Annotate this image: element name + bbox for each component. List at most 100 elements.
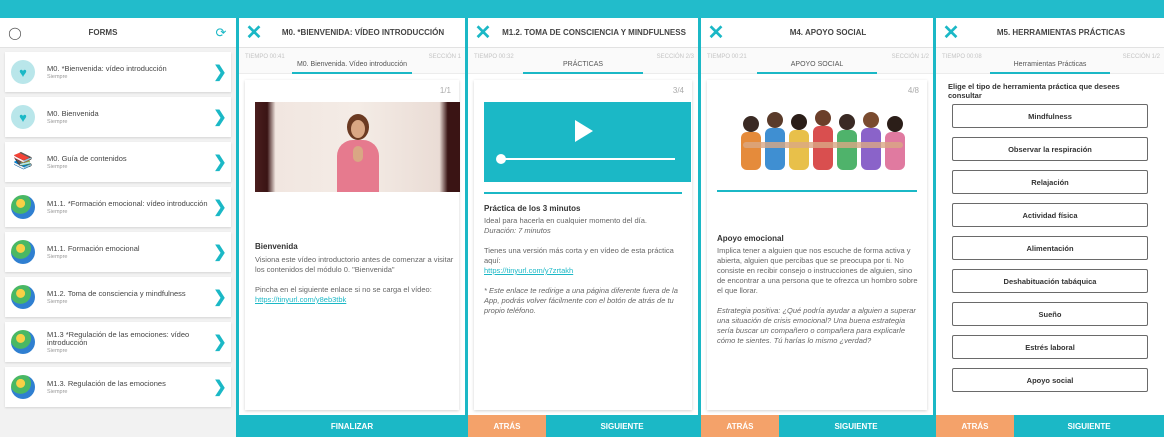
globe-icon: [11, 240, 35, 264]
page-title: M4. APOYO SOCIAL: [789, 27, 867, 37]
body-text: Visiona este vídeo introductorio antes d…: [255, 255, 454, 274]
body-text: Tienes una versión más corta y en vídeo …: [484, 246, 674, 265]
question-text: Elige el tipo de herramienta práctica qu…: [948, 82, 1120, 100]
page-title: M5. HERRAMIENTAS PRÁCTICAS: [996, 27, 1126, 37]
section-indicator: SECCIÓN 2/3: [656, 54, 694, 60]
item-subtitle: Siempre: [47, 73, 68, 80]
background-banner: [0, 0, 1164, 18]
back-button[interactable]: ATRÁS: [701, 415, 779, 437]
page-title: FORMS: [88, 27, 118, 37]
item-title: M1.3. Regulación de las emociones: [47, 378, 166, 388]
option-smoking-cessation[interactable]: Deshabituación tabáquica: [952, 269, 1148, 293]
item-subtitle: Siempre: [47, 253, 68, 260]
next-button[interactable]: SIGUIENTE: [1014, 415, 1164, 437]
footer: ATRÁS SIGUIENTE: [936, 415, 1164, 437]
item-title: M1.1. Formación emocional: [47, 243, 140, 253]
section-bar: TIEMPO 00:08 SECCIÓN 1/2 Herramientas Pr…: [936, 48, 1164, 74]
next-button[interactable]: SIGUIENTE: [546, 415, 698, 437]
chevron-right-icon[interactable]: ❯: [209, 377, 231, 397]
video-player[interactable]: [255, 102, 460, 192]
option-social-support[interactable]: Apoyo social: [952, 368, 1148, 392]
list-item[interactable]: M1.1. *Formación emocional: vídeo introd…: [5, 187, 231, 227]
item-title: M0. *Bienvenida: vídeo introducción: [47, 63, 167, 73]
chevron-right-icon[interactable]: ❯: [209, 197, 231, 217]
mindfulness-screen: ✕ M1.2. TOMA DE CONSCIENCIA Y MINDFULNES…: [468, 18, 698, 437]
close-icon[interactable]: ✕: [936, 18, 966, 48]
close-icon[interactable]: ✕: [239, 18, 269, 48]
chevron-right-icon[interactable]: ❯: [209, 152, 231, 172]
chevron-right-icon[interactable]: ❯: [209, 62, 231, 82]
progress-knob[interactable]: [496, 154, 506, 164]
tab-underline: [523, 72, 643, 74]
sync-icon[interactable]: ⟳: [206, 25, 236, 41]
close-icon[interactable]: ✕: [468, 18, 498, 48]
chevron-right-icon[interactable]: ❯: [209, 332, 231, 352]
play-icon[interactable]: [575, 120, 593, 142]
item-title: M1.1. *Formación emocional: vídeo introd…: [47, 198, 208, 208]
section-indicator: SECCIÓN 1: [428, 54, 461, 60]
tab-underline: [757, 72, 877, 74]
list-item[interactable]: ♥ M0. *Bienvenida: vídeo introducción Sie…: [5, 52, 231, 92]
page-title: M0. *BIENVENIDA: VÍDEO INTRODUCCIÓN: [281, 27, 445, 37]
back-button[interactable]: ATRÁS: [936, 415, 1014, 437]
item-subtitle: Siempre: [47, 118, 68, 125]
strategy-text: Estrategia positiva: ¿Qué podría ayudar …: [717, 306, 916, 345]
heart-icon: ♥: [11, 105, 35, 129]
item-title: M1.2. Toma de consciencia y mindfulness: [47, 288, 186, 298]
timer: TIEMPO 00:21: [707, 54, 747, 60]
option-work-stress[interactable]: Estrés laboral: [952, 335, 1148, 359]
divider: [484, 192, 682, 194]
item-title: M1.3 *Regulación de las emociones: vídeo…: [47, 329, 190, 347]
tab-section[interactable]: PRÁCTICAS: [468, 61, 698, 68]
option-physical-activity[interactable]: Actividad física: [952, 203, 1148, 227]
finish-button[interactable]: FINALIZAR: [239, 415, 465, 437]
chevron-right-icon[interactable]: ❯: [209, 287, 231, 307]
item-subtitle: Siempre: [47, 347, 68, 354]
chevron-right-icon[interactable]: ❯: [209, 107, 231, 127]
section-bar: TIEMPO 00:21 SECCIÓN 1/2 APOYO SOCIAL: [701, 48, 933, 74]
item-title: M0. Bienvenida: [47, 108, 99, 118]
video-link[interactable]: https://tinyurl.com/y8eb3tbk: [255, 295, 346, 304]
user-icon[interactable]: ◯: [0, 26, 30, 40]
option-sleep[interactable]: Sueño: [952, 302, 1148, 326]
item-subtitle: Siempre: [47, 208, 68, 215]
content-card: 3/4 Práctica de los 3 minutos Ideal para…: [474, 80, 692, 410]
chevron-right-icon[interactable]: ❯: [209, 242, 231, 262]
list-item[interactable]: M1.3. Regulación de las emociones Siempre…: [5, 367, 231, 407]
footer: ATRÁS SIGUIENTE: [701, 415, 933, 437]
books-icon: 📚: [13, 153, 33, 170]
option-breathing[interactable]: Observar la respiración: [952, 137, 1148, 161]
progress-track[interactable]: [500, 158, 675, 160]
list-item[interactable]: 📚 M0. Guía de contenidos Siempre ❯: [5, 142, 231, 182]
body-text: Pincha en el siguiente enlace si no se c…: [255, 285, 455, 305]
tab-section[interactable]: M0. Bienvenida. Vídeo introducción: [239, 61, 465, 68]
globe-icon: [11, 330, 35, 354]
footer: ATRÁS SIGUIENTE: [468, 415, 698, 437]
list-item[interactable]: M1.2. Toma de consciencia y mindfulness S…: [5, 277, 231, 317]
item-title: M0. Guía de contenidos: [47, 153, 127, 163]
tab-section[interactable]: APOYO SOCIAL: [701, 61, 933, 68]
tab-section[interactable]: Herramientas Prácticas: [936, 61, 1164, 68]
practice-link[interactable]: https://tinyurl.com/y7zrtakh: [484, 266, 573, 275]
option-relaxation[interactable]: Relajación: [952, 170, 1148, 194]
close-icon[interactable]: ✕: [701, 18, 731, 48]
back-button[interactable]: ATRÁS: [468, 415, 546, 437]
next-button[interactable]: SIGUIENTE: [779, 415, 933, 437]
header: ✕ M5. HERRAMIENTAS PRÁCTICAS: [936, 18, 1164, 48]
section-heading: Apoyo emocional: [717, 234, 784, 243]
note-text: * Este enlace te redirige a una página d…: [484, 286, 678, 315]
list-item[interactable]: M1.3 *Regulación de las emociones: vídeo…: [5, 322, 231, 362]
option-mindfulness[interactable]: Mindfulness: [952, 104, 1148, 128]
practical-tools-screen: ✕ M5. HERRAMIENTAS PRÁCTICAS TIEMPO 00:0…: [936, 18, 1164, 437]
item-subtitle: Siempre: [47, 298, 68, 305]
audio-player[interactable]: [484, 102, 691, 182]
list-item[interactable]: ♥ M0. Bienvenida Siempre ❯: [5, 97, 231, 137]
section-bar: TIEMPO 00:32 SECCIÓN 2/3 PRÁCTICAS: [468, 48, 698, 74]
section-indicator: SECCIÓN 1/2: [891, 54, 929, 60]
globe-icon: [11, 195, 35, 219]
list-item[interactable]: M1.1. Formación emocional Siempre ❯: [5, 232, 231, 272]
option-nutrition[interactable]: Alimentación: [952, 236, 1148, 260]
section-heading: Bienvenida: [255, 242, 298, 251]
timer: TIEMPO 00:41: [245, 54, 285, 60]
social-support-screen: ✕ M4. APOYO SOCIAL TIEMPO 00:21 SECCIÓN …: [701, 18, 933, 437]
